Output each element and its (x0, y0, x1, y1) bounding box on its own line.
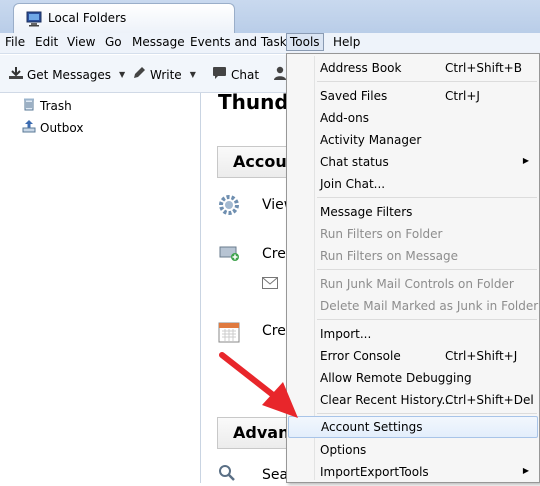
red-arrow-annotation (219, 352, 298, 418)
